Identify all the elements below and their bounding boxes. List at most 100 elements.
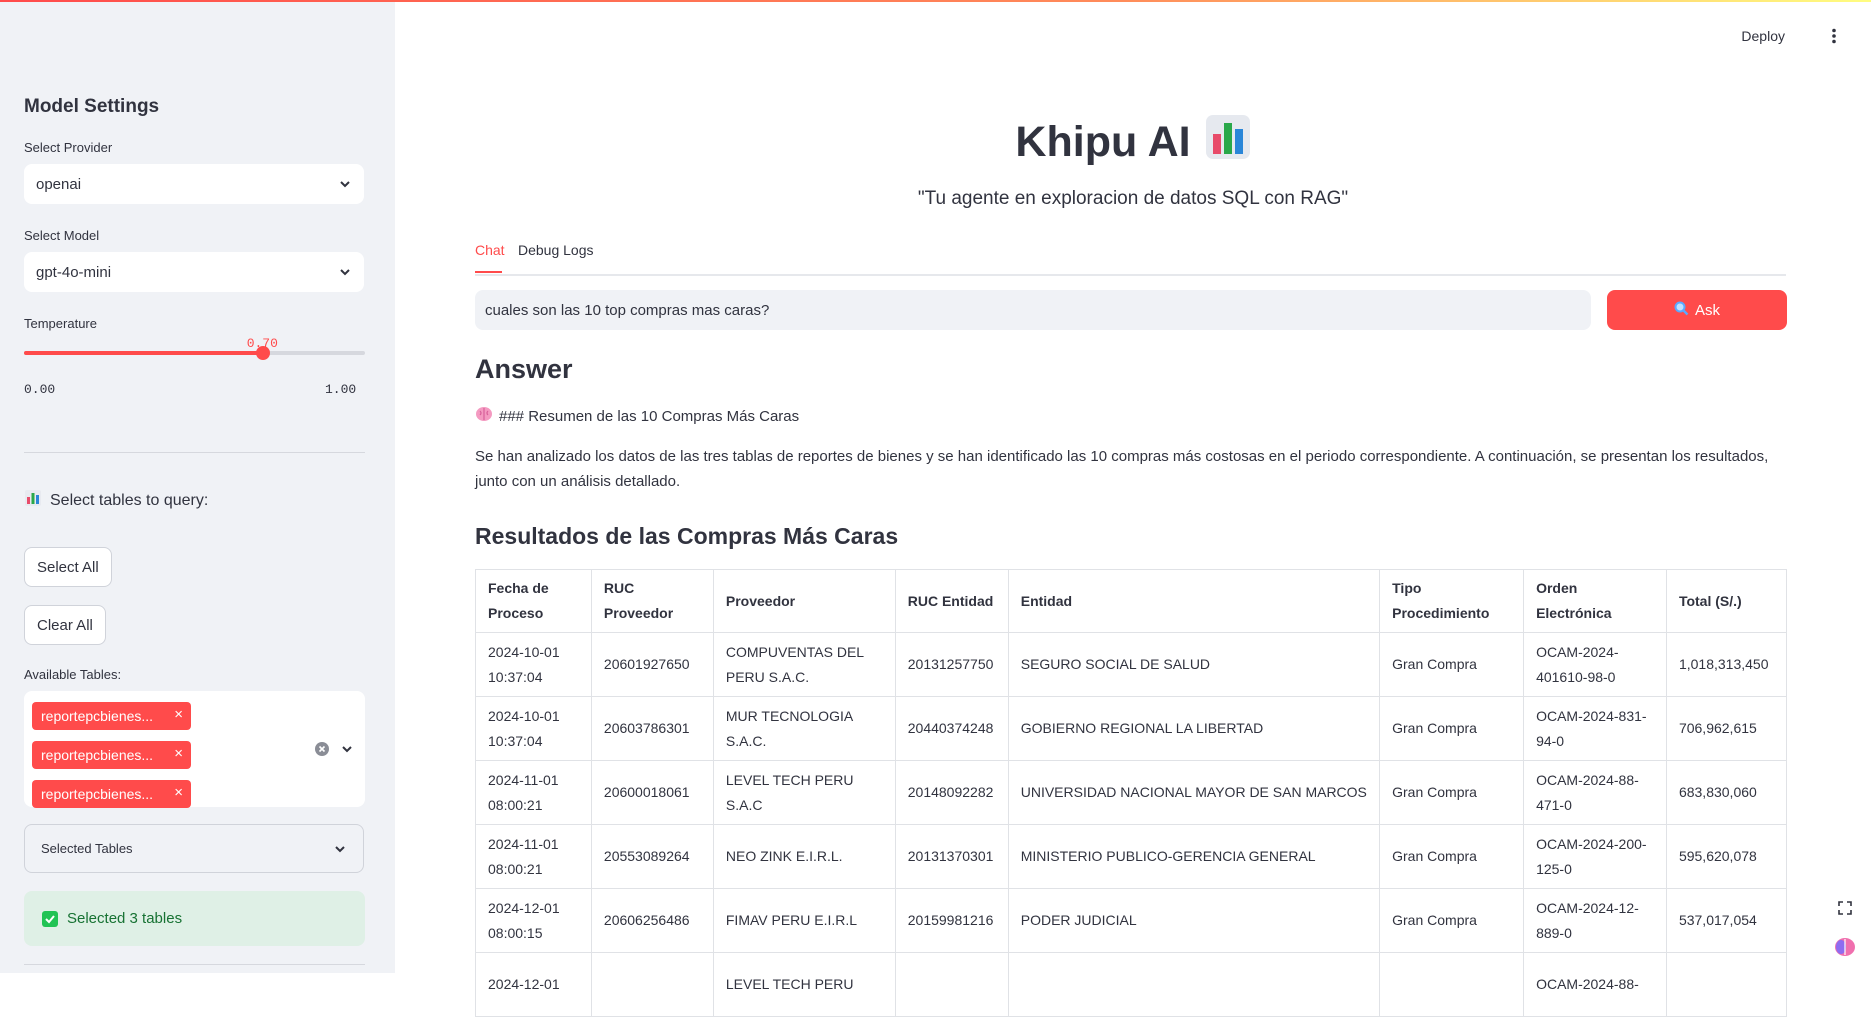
chevron-down-icon [338,265,352,279]
question-input[interactable]: cuales son las 10 top compras mas caras? [475,290,1591,330]
table-cell: Gran Compra [1379,888,1525,953]
results-table: Fecha de Proceso RUC Proveedor Proveedor RU… [475,569,1788,1017]
table-header-cell: Tipo Procedimiento [1379,569,1525,633]
tab-bar: Chat Debug Logs [475,240,1786,276]
sidebar-title: Model Settings [24,96,160,117]
table-cell: MUR TECNOLOGIA S.A.C. [712,696,896,761]
close-icon[interactable]: × [174,745,183,762]
table-header-cell: Fecha de Proceso [475,569,592,633]
fullscreen-icon[interactable] [1831,894,1859,922]
tab-chat[interactable]: Chat [475,242,505,258]
table-row: 2024-11-01 08:00:21 20553089264 NEO ZINK E… [475,824,1788,889]
table-header-cell: Total (S/.) [1665,569,1788,633]
table-cell: FIMAV PERU E.I.R.L [712,888,896,953]
table-cell [1379,952,1525,1017]
provider-label: Select Provider [24,140,113,155]
table-cell: OCAM-2024-88-471-0 [1523,760,1667,825]
available-tables-multiselect[interactable]: reportepcbienes... × reportepcbienes... … [24,691,365,808]
sidebar: Model Settings Select Provider openai Se… [0,0,395,973]
answer-paragraph: Se han analizado los datos de las tres t… [475,448,1769,490]
select-all-button[interactable]: Select All [24,547,112,587]
table-row: 2024-11-01 08:00:21 20600018061 LEVEL TECH… [475,760,1788,825]
main-content: Deploy Khipu AI "Tu agente en exploracio… [395,0,1871,1017]
top-decoration-bar [0,0,1871,2]
table-cell: 537,017,054 [1665,888,1788,953]
table-cell [1007,952,1381,1017]
clear-selection-icon[interactable] [315,742,329,761]
close-icon[interactable]: × [174,784,183,801]
model-value: gpt-4o-mini [36,263,112,281]
table-chip[interactable]: reportepcbienes... × [32,741,191,769]
table-cell: UNIVERSIDAD NACIONAL MAYOR DE SAN MARCOS [1007,760,1381,825]
tables-heading: Select tables to query: [24,489,208,512]
table-cell: 706,962,615 [1665,696,1788,761]
table-cell: OCAM-2024-831-94-0 [1523,696,1667,761]
tab-debug-logs[interactable]: Debug Logs [518,242,594,258]
table-cell: Gran Compra [1379,824,1525,889]
bar-chart-icon [24,489,42,512]
table-cell: 20603786301 [590,696,714,761]
table-chip-label: reportepcbienes... [41,786,154,802]
table-cell: 20553089264 [590,824,714,889]
table-cell: Gran Compra [1379,760,1525,825]
close-icon[interactable]: × [174,706,183,723]
temperature-slider-fill [24,351,263,355]
table-cell: 2024-12-01 [475,952,592,1017]
table-cell: MINISTERIO PUBLICO-GERENCIA GENERAL [1007,824,1381,889]
sidebar-divider [24,452,365,453]
table-cell: 2024-11-01 08:00:21 [475,824,592,889]
sidebar-divider [24,964,365,965]
check-icon [42,910,58,927]
clear-all-button[interactable]: Clear All [24,605,106,645]
model-label: Select Model [24,228,100,243]
table-cell: 20601927650 [590,632,714,697]
ask-button-label: Ask [1694,301,1720,319]
table-header-cell: Proveedor [712,569,896,633]
table-cell: 2024-10-01 10:37:04 [475,696,592,761]
temperature-slider[interactable] [24,346,365,360]
table-cell: NEO ZINK E.I.R.L. [712,824,896,889]
table-cell: 20148092282 [894,760,1009,825]
temperature-label: Temperature [24,316,97,331]
provider-select[interactable]: openai [24,164,364,204]
table-cell: LEVEL TECH PERU [712,952,896,1017]
table-cell: 20131370301 [894,824,1009,889]
table-cell: 595,620,078 [1665,824,1788,889]
selected-tables-label: Selected Tables [41,841,133,856]
table-chip[interactable]: reportepcbienes... × [32,780,191,808]
results-heading: Resultados de las Compras Más Caras [475,523,899,549]
page-title: Khipu AI [395,114,1871,171]
table-cell: OCAM-2024-200-125-0 [1523,824,1667,889]
brain-icon[interactable] [1831,933,1859,961]
selected-tables-expander[interactable]: Selected Tables [24,824,364,873]
active-tab-indicator [475,271,502,273]
model-select[interactable]: gpt-4o-mini [24,252,364,292]
more-vert-icon[interactable] [1831,28,1837,44]
chevron-down-icon[interactable] [340,742,354,761]
table-cell [1665,952,1788,1017]
table-cell: 1,018,313,450 [1665,632,1788,697]
table-row: 2024-10-01 10:37:04 20603786301 MUR TECNOL… [475,696,1788,761]
chevron-down-icon [338,177,352,191]
brain-icon [475,406,493,426]
table-row: 2024-12-01 LEVEL TECH PERU OCAM-2024-88- [475,952,1788,1017]
table-cell: 683,830,060 [1665,760,1788,825]
table-cell: GOBIERNO REGIONAL LA LIBERTAD [1007,696,1381,761]
deploy-button[interactable]: Deploy [1741,28,1785,44]
table-chip-label: reportepcbienes... [41,747,154,763]
table-cell: OCAM-2024-12-889-0 [1523,888,1667,953]
table-header-cell: RUC Entidad [894,569,1009,633]
table-cell: OCAM-2024-88- [1523,952,1667,1017]
table-cell: OCAM-2024-401610-98-0 [1523,632,1667,697]
table-chip-label: reportepcbienes... [41,708,154,724]
table-cell: SEGURO SOCIAL DE SALUD [1007,632,1381,697]
temperature-slider-thumb[interactable] [255,346,270,360]
table-cell: COMPUVENTAS DEL PERU S.A.C. [712,632,896,697]
table-chip[interactable]: reportepcbienes... × [32,702,191,730]
table-header-row: Fecha de Proceso RUC Proveedor Proveedor RU… [475,569,1788,633]
summary-line-text: ### Resumen de las 10 Compras Más Caras [499,407,800,425]
search-icon [1674,301,1689,320]
chevron-down-icon [333,842,347,856]
table-header-cell: RUC Proveedor [590,569,714,633]
ask-button[interactable]: Ask [1607,290,1787,330]
